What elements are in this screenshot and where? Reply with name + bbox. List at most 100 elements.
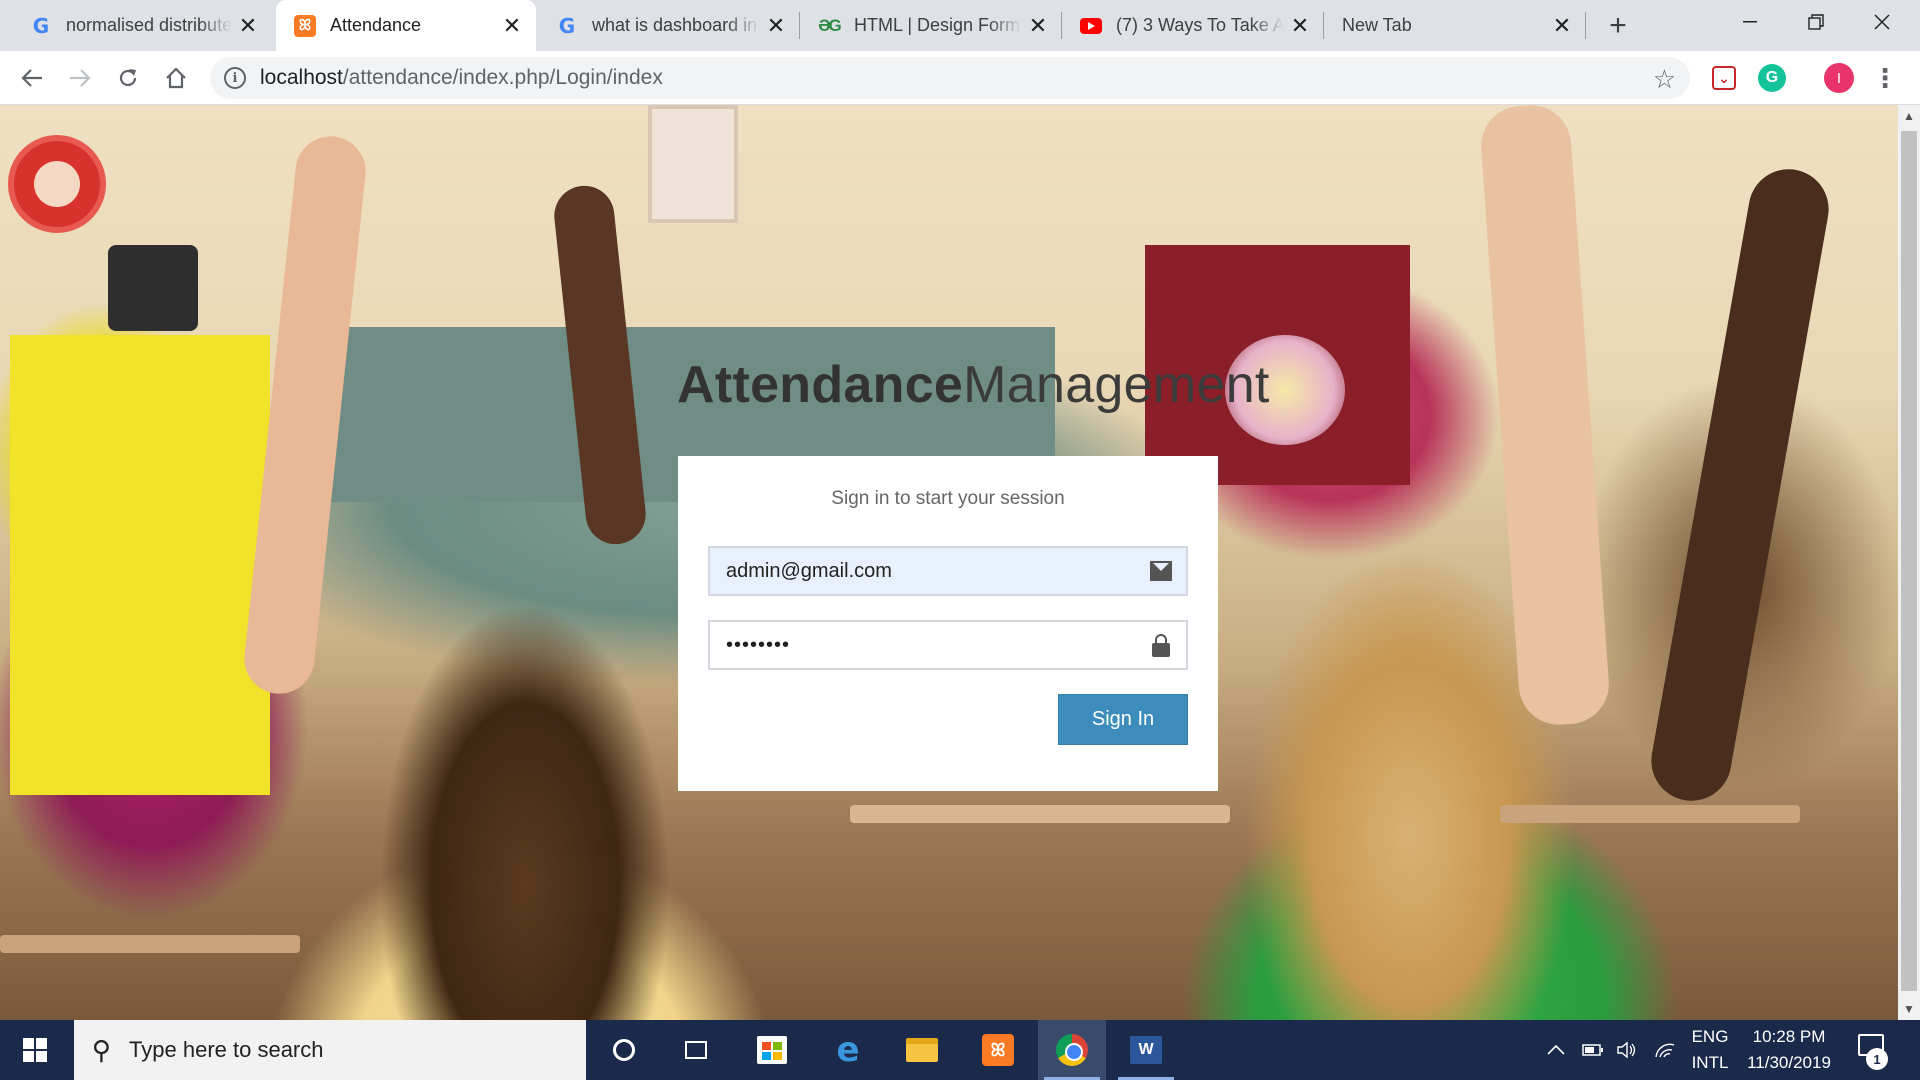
store-app-button[interactable]: [738, 1020, 806, 1080]
sign-in-button[interactable]: Sign In: [1058, 694, 1188, 745]
background-poster: [648, 105, 738, 223]
tab-normalised-distributed[interactable]: G normalised distributed ✕: [12, 0, 272, 51]
background-yellow-panel: [10, 335, 270, 795]
clock-widget[interactable]: 10:28 PM 11/30/2019: [1738, 1024, 1840, 1076]
volume-status[interactable]: [1612, 1020, 1642, 1080]
tab-youtube-video[interactable]: (7) 3 Ways To Take A ✕: [1062, 0, 1324, 51]
grammarly-extension-icon[interactable]: G: [1758, 64, 1786, 92]
cortana-button[interactable]: [590, 1020, 658, 1080]
input-language-indicator[interactable]: ENG INTL: [1688, 1024, 1732, 1076]
windows-taskbar: ⚲ Type here to search e ꕤ W ENG INTL 10:…: [0, 1020, 1920, 1080]
show-hidden-icons-button[interactable]: [1542, 1020, 1570, 1080]
store-bag-icon: [757, 1036, 787, 1064]
tab-attendance[interactable]: ꕤ Attendance ✕: [276, 0, 536, 51]
google-g-icon: G: [32, 13, 50, 38]
profile-avatar[interactable]: I: [1824, 63, 1854, 93]
file-explorer-button[interactable]: [888, 1020, 956, 1080]
scrollbar-thumb[interactable]: [1901, 131, 1917, 991]
youtube-icon: [1080, 15, 1102, 37]
wifi-icon: [1655, 1043, 1675, 1058]
browser-toolbar: i localhost/attendance/index.php/Login/i…: [0, 51, 1920, 105]
tab-title: (7) 3 Ways To Take A: [1116, 15, 1284, 35]
brand-bold: Attendance: [677, 356, 964, 414]
wifi-status[interactable]: [1650, 1020, 1680, 1080]
restore-icon: [1808, 14, 1824, 30]
info-icon[interactable]: i: [224, 67, 246, 89]
xampp-icon: ꕤ: [294, 14, 316, 37]
chevron-up-icon: [1547, 1045, 1565, 1055]
scroll-down-arrow-icon[interactable]: ▼: [1898, 998, 1920, 1020]
url-text[interactable]: localhost/attendance/index.php/Login/ind…: [260, 66, 663, 90]
close-window-icon: [1874, 14, 1890, 30]
minimize-button[interactable]: [1720, 0, 1780, 44]
background-clock: [8, 135, 106, 233]
email-input[interactable]: [726, 548, 1146, 594]
tab-title: Attendance: [330, 15, 422, 35]
notification-count-badge: 1: [1866, 1048, 1888, 1070]
tab-title: New Tab: [1342, 15, 1412, 35]
lock-icon: [1152, 634, 1170, 657]
back-button[interactable]: [14, 60, 50, 96]
language-code: ENG: [1691, 1027, 1729, 1046]
login-box: Sign in to start your session Sign In: [678, 456, 1218, 791]
xampp-app-button[interactable]: ꕤ: [964, 1020, 1032, 1080]
search-placeholder: Type here to search: [129, 1037, 324, 1062]
more-menu-icon[interactable]: ⋮: [1872, 63, 1898, 94]
reload-button[interactable]: [110, 60, 146, 96]
close-icon[interactable]: ✕: [1552, 13, 1572, 38]
taskbar-search-box[interactable]: ⚲ Type here to search: [74, 1020, 586, 1080]
forward-button[interactable]: [62, 60, 98, 96]
close-icon[interactable]: ✕: [502, 13, 522, 38]
page-scrollbar[interactable]: ▲ ▼: [1898, 105, 1920, 1020]
password-input[interactable]: [726, 622, 1146, 668]
chrome-app-button[interactable]: [1038, 1020, 1106, 1080]
brand-light: Management: [963, 356, 1270, 414]
close-icon[interactable]: ✕: [766, 13, 786, 38]
home-button[interactable]: [158, 60, 194, 96]
login-page: AttendanceManagement Sign in to start yo…: [0, 105, 1898, 1020]
speaker-volume-icon: [1617, 1041, 1636, 1059]
tab-title: normalised distributed: [66, 15, 232, 35]
battery-status[interactable]: [1578, 1020, 1608, 1080]
back-arrow-icon: [21, 69, 42, 87]
restore-button[interactable]: [1786, 0, 1846, 44]
background-desk: [1500, 805, 1800, 823]
minimize-icon: [1743, 21, 1757, 23]
new-tab-button[interactable]: +: [1600, 8, 1636, 44]
password-field[interactable]: [708, 620, 1188, 670]
address-bar[interactable]: i localhost/attendance/index.php/Login/i…: [210, 57, 1690, 99]
background-desk: [850, 805, 1230, 823]
tab-dashboard-search[interactable]: G what is dashboard in ✕: [538, 0, 800, 51]
close-icon[interactable]: ✕: [238, 13, 258, 38]
clock-time: 10:28 PM: [1752, 1027, 1826, 1046]
url-path: /attendance/index.php/Login/index: [342, 66, 663, 89]
word-icon: W: [1130, 1036, 1162, 1064]
close-window-button[interactable]: [1852, 0, 1912, 44]
tab-html-design-form[interactable]: ƏG HTML | Design Form ✕: [800, 0, 1062, 51]
close-icon[interactable]: ✕: [1028, 13, 1048, 38]
edge-icon: e: [836, 1030, 860, 1070]
tab-new-tab[interactable]: New Tab ✕: [1324, 0, 1586, 51]
windows-logo-icon: [23, 1038, 47, 1062]
task-view-button[interactable]: [662, 1020, 730, 1080]
email-field[interactable]: [708, 546, 1188, 596]
xampp-icon: ꕤ: [982, 1034, 1014, 1066]
word-app-button[interactable]: W: [1112, 1020, 1180, 1080]
pocket-extension-icon[interactable]: ⌄: [1712, 66, 1736, 90]
url-host: localhost: [260, 66, 343, 89]
tab-separator: [1585, 12, 1586, 39]
google-g-icon: G: [558, 13, 576, 38]
reload-icon: [119, 69, 137, 87]
scroll-up-arrow-icon[interactable]: ▲: [1898, 105, 1920, 127]
tab-title: HTML | Design Form: [854, 15, 1021, 35]
bookmark-star-icon[interactable]: ☆: [1653, 64, 1676, 95]
close-icon[interactable]: ✕: [1290, 13, 1310, 38]
edge-app-button[interactable]: e: [814, 1020, 882, 1080]
background-raised-arm: [1645, 162, 1835, 808]
chrome-icon: [1056, 1034, 1088, 1066]
task-view-icon: [685, 1041, 707, 1059]
start-button[interactable]: [0, 1020, 70, 1080]
background-desk: [0, 935, 300, 953]
background-raised-arm: [1478, 105, 1612, 728]
forward-arrow-icon: [70, 69, 91, 87]
